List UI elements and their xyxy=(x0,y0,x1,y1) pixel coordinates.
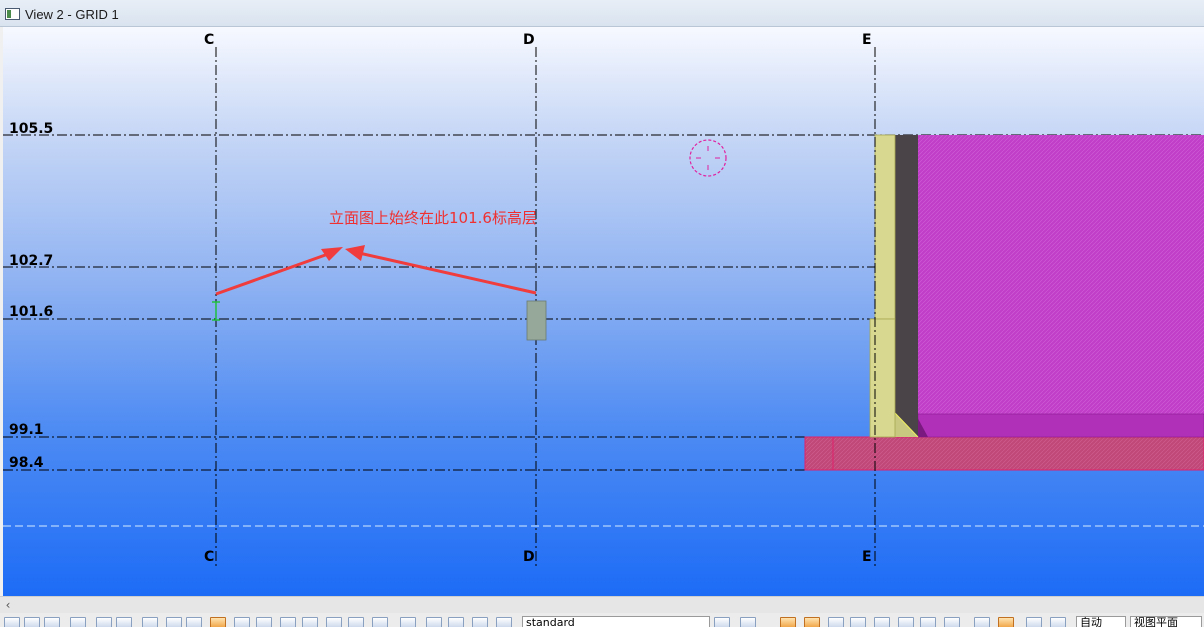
view-window-icon xyxy=(5,8,20,20)
snap-mode-dropdown[interactable]: 自动 xyxy=(1076,616,1126,627)
snap-any-position-icon[interactable] xyxy=(920,617,936,627)
select-assembly-icon[interactable] xyxy=(44,617,60,627)
bottom-toolbar: standard 自动 视图平面 xyxy=(0,613,1204,627)
dark-panel[interactable] xyxy=(895,135,918,437)
model-view-canvas[interactable]: C D E C D E 105.5 102.7 101.6 99.1 98.4 … xyxy=(3,27,1204,596)
slab-footing[interactable] xyxy=(804,436,1204,471)
annotation-arrow-right xyxy=(358,251,537,295)
magenta-wall[interactable] xyxy=(918,135,1204,437)
snap-perpendicular-icon[interactable] xyxy=(874,617,890,627)
snap-center-point-icon[interactable] xyxy=(804,617,820,627)
select-part-icon[interactable] xyxy=(24,617,40,627)
select-grid-icon[interactable] xyxy=(142,617,158,627)
select-surface-icon[interactable] xyxy=(234,617,250,627)
select-drawing-icon[interactable] xyxy=(280,617,296,627)
select-point-icon[interactable] xyxy=(166,617,182,627)
snap-mid-point-icon[interactable] xyxy=(828,617,844,627)
level-label-101-6: 101.6 xyxy=(9,304,54,320)
select-reference-icon[interactable] xyxy=(256,617,272,627)
select-assembly-mode-icon[interactable] xyxy=(448,617,464,627)
select-bolt-icon[interactable] xyxy=(96,617,112,627)
select-component-icon[interactable] xyxy=(70,617,86,627)
grid-label-bottom-c: C xyxy=(204,549,215,565)
select-component-mode-icon[interactable] xyxy=(472,617,488,627)
filter-options-icon[interactable] xyxy=(714,617,730,627)
select-plane-icon[interactable] xyxy=(186,617,202,627)
select-fitting-icon[interactable] xyxy=(326,617,342,627)
select-object-icon[interactable] xyxy=(400,617,416,627)
snap-geometry-lines-icon[interactable] xyxy=(998,617,1014,627)
level-label-102-7: 102.7 xyxy=(9,253,54,269)
snap-override-icon[interactable] xyxy=(1026,617,1042,627)
snap-line-extension-icon[interactable] xyxy=(898,617,914,627)
grid-label-top-c: C xyxy=(204,32,215,48)
level-label-99-1: 99.1 xyxy=(9,422,44,438)
horizontal-scrollbar[interactable]: ‹ xyxy=(0,596,1204,613)
view-drawing[interactable] xyxy=(3,27,1204,596)
select-rebar-icon[interactable] xyxy=(348,617,364,627)
window-title: View 2 - GRID 1 xyxy=(25,7,119,22)
selection-filter-dropdown[interactable]: standard xyxy=(522,616,710,627)
select-load-icon[interactable] xyxy=(372,617,388,627)
grid-label-top-e: E xyxy=(862,32,872,48)
yellow-column-upper[interactable] xyxy=(874,134,896,320)
level-label-105-5: 105.5 xyxy=(9,121,54,137)
annotation-text: 立面图上始终在此101.6标高层 xyxy=(329,209,537,227)
level-label-98-4: 98.4 xyxy=(9,455,44,471)
grid-label-bottom-d: D xyxy=(523,549,535,565)
annotation-arrow-left xyxy=(215,251,332,296)
magenta-wall-base[interactable] xyxy=(917,413,1204,438)
snap-reference-lines-icon[interactable] xyxy=(974,617,990,627)
select-tool-icon[interactable] xyxy=(4,617,20,627)
annotation-arrowhead-right xyxy=(345,245,365,261)
select-cut-icon[interactable] xyxy=(302,617,318,627)
snap-settings-icon[interactable] xyxy=(740,617,756,627)
snap-plane-icon[interactable] xyxy=(1050,617,1066,627)
window-titlebar: View 2 - GRID 1 xyxy=(0,0,1204,27)
snap-plane-dropdown[interactable]: 视图平面 xyxy=(1130,616,1202,627)
grid-label-top-d: D xyxy=(523,32,535,48)
snap-nearest-point-icon[interactable] xyxy=(944,617,960,627)
snap-end-point-icon[interactable] xyxy=(780,617,796,627)
target-circle-marker[interactable] xyxy=(689,139,727,177)
snap-intersection-icon[interactable] xyxy=(850,617,866,627)
select-filter-settings-icon[interactable] xyxy=(496,617,512,627)
select-filter-icon[interactable] xyxy=(426,617,442,627)
yellow-column-lower[interactable] xyxy=(869,318,896,438)
grid-label-bottom-e: E xyxy=(862,549,872,565)
select-view-icon[interactable] xyxy=(210,617,226,627)
grey-element-block[interactable] xyxy=(526,300,547,341)
scroll-left-arrow-icon[interactable]: ‹ xyxy=(2,597,14,613)
select-weld-icon[interactable] xyxy=(116,617,132,627)
